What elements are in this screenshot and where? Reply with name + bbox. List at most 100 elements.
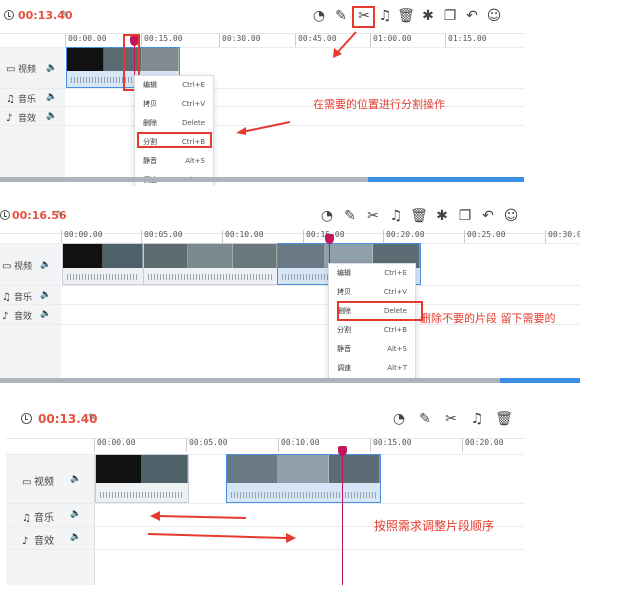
speaker-icon[interactable]: 🔈: [40, 290, 51, 300]
editor-panel-3: 00:13.40 ✎ ◔ ✎ ✂ ♫ 🗑 00:00.00 00:05.00 0…: [6, 402, 524, 585]
menu-item-delete[interactable]: 删除 Delete: [135, 114, 213, 133]
track-label-music: ♫ 音乐: [6, 92, 36, 105]
track-name: 音效: [18, 114, 37, 124]
track-name: 音乐: [34, 513, 54, 524]
track-name: 音乐: [14, 293, 33, 303]
speaker-icon[interactable]: 🔈: [70, 474, 81, 484]
track-label-sfx: ♪ 音效: [2, 309, 32, 322]
track-label-video: ▭ 视频: [22, 473, 54, 488]
bell-icon[interactable]: ♫: [468, 410, 486, 428]
arrow-annotation: [333, 31, 357, 58]
track-label-music: ♫ 音乐: [2, 290, 32, 303]
highlight-delete: [337, 301, 423, 321]
pencil-icon[interactable]: ✎: [341, 207, 359, 225]
edit-time-icon[interactable]: ✎: [88, 413, 96, 423]
speed-icon[interactable]: ◔: [390, 410, 408, 428]
annotation-note: 按照需求调整片段顺序: [374, 519, 495, 533]
scissors-icon[interactable]: ✂: [442, 410, 460, 428]
row-divider: [0, 285, 580, 286]
speaker-icon[interactable]: 🔈: [70, 532, 81, 542]
track-name: 视频: [14, 262, 33, 272]
menu-item-mute[interactable]: 静音 Alt+S: [329, 340, 415, 359]
video-camera-icon: ▭: [22, 477, 32, 488]
menu-item-copy[interactable]: 拷贝 Ctrl+V: [135, 95, 213, 114]
highlight-split: [137, 132, 212, 148]
menu-item-mute[interactable]: 静音 Alt+S: [135, 152, 213, 171]
copy-icon[interactable]: ❐: [441, 7, 459, 25]
clock-icon: [0, 210, 10, 220]
ruler-tick: 00:00.00: [94, 438, 136, 452]
speaker-icon[interactable]: 🔈: [46, 63, 57, 73]
trash-icon[interactable]: 🗑: [397, 7, 415, 25]
scissors-icon[interactable]: ✂: [364, 207, 382, 225]
track-label-sfx: ♪ 音效: [22, 532, 54, 547]
smiley-icon[interactable]: ☺: [502, 207, 520, 225]
track-label-sfx: ♪ 音效: [6, 111, 36, 124]
speed-icon[interactable]: ◔: [318, 207, 336, 225]
ruler-tick: 00:00.00: [61, 230, 103, 244]
pencil-icon[interactable]: ✎: [416, 410, 434, 428]
trash-icon[interactable]: 🗑: [495, 410, 513, 428]
sticker-icon[interactable]: ✱: [433, 207, 451, 225]
highlight-scissors: [352, 6, 375, 28]
ruler-tick: 00:20.00: [383, 230, 425, 244]
context-menu: 编辑 Ctrl+E 拷贝 Ctrl+V 删除 Delete 分割 Ctrl+B 静音 Al…: [328, 263, 416, 379]
menu-item-speed[interactable]: 调速Alt+T: [329, 359, 415, 378]
speaker-icon[interactable]: 🔈: [46, 92, 57, 102]
row-divider: [0, 304, 580, 305]
sticker-icon[interactable]: ✱: [419, 7, 437, 25]
speaker-icon[interactable]: 🔈: [40, 260, 51, 270]
menu-item-edit[interactable]: 编辑 Ctrl+E: [135, 76, 213, 95]
copy-icon[interactable]: ❐: [456, 207, 474, 225]
music-note-icon: ♫: [2, 292, 11, 303]
trash-icon[interactable]: 🗑: [410, 207, 428, 225]
bell-icon[interactable]: ♫: [376, 7, 394, 25]
row-divider: [6, 503, 524, 504]
toolbar: 00:16.56 ✎ ◔ ✎ ✂ ♫ 🗑 ✱ ❐ ↶ ☺: [0, 200, 580, 234]
editor-panel-1: 00:13.40 ✎ ◔ ✎ ✂ ♫ 🗑 ✱ ❐ ↶ ☺ 00:00.00 00…: [0, 0, 524, 186]
scrollbar-track: [0, 177, 368, 182]
undo-icon[interactable]: ↶: [463, 7, 481, 25]
sound-effect-icon: ♪: [22, 536, 29, 547]
bell-icon[interactable]: ♫: [387, 207, 405, 225]
track-name: 音效: [34, 536, 54, 547]
speed-icon[interactable]: ◔: [310, 7, 328, 25]
edit-time-icon[interactable]: ✎: [56, 210, 64, 220]
scrollbar-track: [0, 378, 500, 383]
sound-effect-icon: ♪: [2, 311, 9, 322]
smiley-icon[interactable]: ☺: [485, 7, 503, 25]
ruler-tick: 00:25.00: [464, 230, 506, 244]
timeline-ruler: 00:00.00 00:05.00 00:10.00 00:15.00 00:2…: [61, 230, 580, 244]
video-clip-selected[interactable]: [226, 454, 381, 503]
undo-icon[interactable]: ↶: [479, 207, 497, 225]
timeline-ruler: 00:00.00 00:05.00 00:10.00 00:15.00 00:2…: [94, 438, 524, 452]
row-divider: [6, 549, 524, 550]
speaker-icon[interactable]: 🔈: [70, 509, 81, 519]
ruler-tick: 00:05.00: [186, 438, 228, 452]
video-clip[interactable]: [62, 243, 144, 285]
track-name: 视频: [34, 477, 54, 488]
speaker-icon[interactable]: 🔈: [46, 111, 57, 121]
ruler-tick: 00:30.00: [545, 230, 580, 244]
video-clip[interactable]: [143, 243, 278, 285]
pencil-icon[interactable]: ✎: [332, 7, 350, 25]
ruler-tick: 00:00.00: [65, 34, 107, 48]
speaker-icon[interactable]: 🔈: [40, 309, 51, 319]
playhead[interactable]: [338, 446, 347, 585]
edit-time-icon[interactable]: ✎: [61, 10, 69, 20]
toolbar: 00:13.40 ✎ ◔ ✎ ✂ ♫ 🗑 ✱ ❐ ↶ ☺: [0, 0, 524, 34]
video-camera-icon: ▭: [6, 64, 16, 75]
toolbar: 00:13.40 ✎ ◔ ✎ ✂ ♫ 🗑: [6, 402, 524, 439]
menu-item-copy[interactable]: 拷贝 Ctrl+V: [329, 283, 415, 302]
menu-item-edit[interactable]: 编辑 Ctrl+E: [329, 264, 415, 283]
ruler-tick: 00:05.00: [141, 230, 183, 244]
arrow-annotation: [150, 511, 247, 521]
ruler-tick: 00:15.00: [141, 34, 183, 48]
video-clip[interactable]: [95, 454, 189, 503]
clock-icon: [4, 10, 14, 20]
editor-panel-2: 00:16.56 ✎ ◔ ✎ ✂ ♫ 🗑 ✱ ❐ ↶ ☺ 00:00.00 00…: [0, 200, 580, 383]
ruler-tick: 01:15.00: [445, 34, 487, 48]
music-note-icon: ♫: [22, 513, 31, 524]
row-divider: [0, 106, 524, 107]
menu-item-split[interactable]: 分割 Ctrl+B: [329, 321, 415, 340]
